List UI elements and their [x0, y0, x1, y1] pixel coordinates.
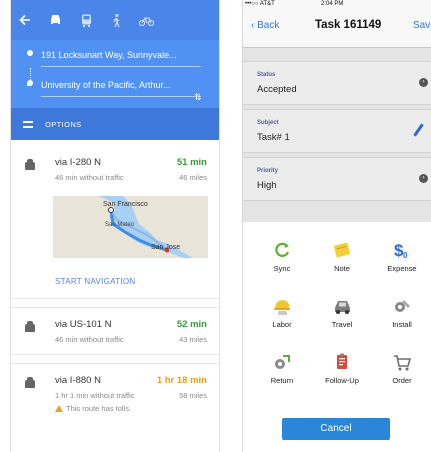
car-icon[interactable]	[39, 0, 71, 40]
origin-field[interactable]: 191 Locksunart Way, Sunnyvale...	[27, 44, 201, 67]
map-label-san-jose: San Jose	[151, 244, 181, 251]
page-title: Task 161149	[315, 19, 382, 31]
subject-field[interactable]: Subject Task# 1	[243, 109, 431, 153]
car-icon	[25, 159, 35, 170]
bike-icon[interactable]	[131, 0, 161, 40]
action-label: Sync	[273, 264, 291, 273]
maps-directions-panel: 191 Locksunart Way, Sunnyvale... Univers…	[10, 0, 220, 452]
task-detail-screen: •••○○ AT&T 2:04 PM ‹ Back Task 161149 Sa…	[242, 0, 431, 452]
action-return[interactable]: Return	[253, 352, 311, 385]
map-label-sf: San Francisco	[103, 201, 148, 208]
route-option-1[interactable]: via I-280 N 51 min 46 min without traffi…	[11, 140, 219, 299]
route-duration: 1 hr 18 min	[156, 375, 207, 386]
destination-pin-icon	[27, 80, 33, 86]
pencil-icon[interactable]	[413, 123, 424, 137]
action-label: Order	[392, 376, 412, 385]
action-label: Note	[334, 264, 350, 273]
expense-icon: $0	[392, 240, 412, 260]
transit-icon[interactable]	[71, 0, 101, 40]
route-option-3[interactable]: via I-880 N 1 hr 18 min 1 hr 1 min witho…	[11, 363, 219, 424]
action-label: Labor	[272, 320, 292, 329]
map-label-san-mateo: San Mateo	[105, 222, 135, 228]
action-label: Expense	[387, 264, 417, 273]
travel-mode-bar	[11, 0, 219, 40]
action-expense[interactable]: $0 Expense	[373, 240, 431, 273]
note-icon	[332, 240, 352, 260]
sync-icon	[272, 240, 292, 260]
carrier-text: •••○○ AT&T	[245, 1, 275, 7]
route-subtext: 46 min without traffic	[55, 335, 124, 344]
route-distance: 58 miles	[179, 391, 207, 400]
field-value: Task# 1	[257, 132, 290, 143]
action-label: Follow-Up	[325, 376, 359, 385]
save-button[interactable]: Save	[413, 20, 431, 31]
route-distance: 43 miles	[179, 335, 207, 344]
route-duration: 51 min	[176, 157, 207, 168]
route-subtext: 46 min without traffic	[55, 173, 124, 182]
action-travel[interactable]: Travel	[313, 296, 371, 329]
route-distance: 46 miles	[179, 173, 207, 182]
chevron-right-icon: ›	[419, 78, 428, 87]
action-labor[interactable]: Labor	[253, 296, 311, 329]
route-option-2[interactable]: via US-101 N 52 min 46 min without traff…	[11, 307, 219, 355]
route-via: via US-101 N	[55, 319, 112, 330]
options-label: OPTIONS	[45, 119, 82, 129]
action-install[interactable]: Install	[373, 296, 431, 329]
start-navigation-button[interactable]: START NAVIGATION	[55, 277, 136, 286]
destination-text: University of the Pacific, Arthur...	[41, 80, 171, 90]
field-label: Priority	[257, 168, 279, 174]
field-label: Status	[257, 72, 276, 78]
walk-icon[interactable]	[101, 0, 131, 40]
return-icon	[272, 352, 292, 372]
route-via: via I-880 N	[55, 375, 101, 386]
back-arrow-icon[interactable]	[11, 0, 39, 40]
nav-bar: ‹ Back Task 161149 Save	[243, 10, 431, 48]
action-label: Install	[392, 320, 412, 329]
labor-icon	[272, 296, 292, 316]
status-field[interactable]: Status Accepted ›	[243, 61, 431, 105]
car-icon	[25, 377, 35, 388]
priority-field[interactable]: Priority High ›	[243, 157, 431, 201]
action-note[interactable]: Note	[313, 240, 371, 273]
car-icon	[25, 321, 35, 332]
travel-icon	[332, 296, 352, 316]
back-button[interactable]: ‹ Back	[251, 20, 279, 31]
clock-text: 2:04 PM	[321, 1, 344, 7]
options-bar[interactable]: OPTIONS	[11, 108, 219, 140]
cancel-button[interactable]: Cancel	[282, 418, 390, 440]
origin-pin-icon	[27, 50, 33, 56]
field-label: Subject	[257, 120, 279, 126]
svg-text:0: 0	[403, 251, 408, 260]
follow-up-icon	[332, 352, 352, 372]
action-order[interactable]: Order	[373, 352, 431, 385]
action-label: Return	[270, 376, 294, 385]
action-follow-up[interactable]: Follow-Up	[313, 352, 371, 385]
tolls-warning-text: This route has tolls.	[66, 404, 132, 413]
swap-icon[interactable]: ⇅	[194, 92, 202, 103]
route-via: via I-280 N	[55, 157, 101, 168]
back-label: Back	[257, 20, 280, 31]
field-value: Accepted	[257, 84, 297, 95]
action-sheet: Sync Note $0 Expense Labor Travel Instal…	[243, 222, 431, 452]
chevron-right-icon: ›	[419, 174, 428, 183]
task-fields: Status Accepted › Subject Task# 1 Priori…	[243, 48, 431, 236]
order-icon	[392, 352, 412, 372]
destination-field[interactable]: University of the Pacific, Arthur...	[27, 74, 201, 97]
route-endpoints: 191 Locksunart Way, Sunnyvale... Univers…	[11, 40, 219, 108]
install-icon	[392, 296, 412, 316]
tolls-warning: This route has tolls.	[55, 404, 131, 413]
origin-text: 191 Locksunart Way, Sunnyvale...	[41, 50, 177, 60]
route-duration: 52 min	[176, 319, 207, 330]
warning-icon	[55, 405, 63, 412]
route-subtext: 1 hr 1 min without traffic	[55, 391, 135, 400]
action-sync[interactable]: Sync	[253, 240, 311, 273]
options-icon	[23, 119, 33, 129]
route-map-preview[interactable]: San Francisco San Mateo San Jose	[53, 196, 208, 258]
action-label: Travel	[331, 320, 353, 329]
field-value: High	[257, 180, 277, 191]
ios-status-bar: •••○○ AT&T 2:04 PM	[243, 0, 431, 10]
